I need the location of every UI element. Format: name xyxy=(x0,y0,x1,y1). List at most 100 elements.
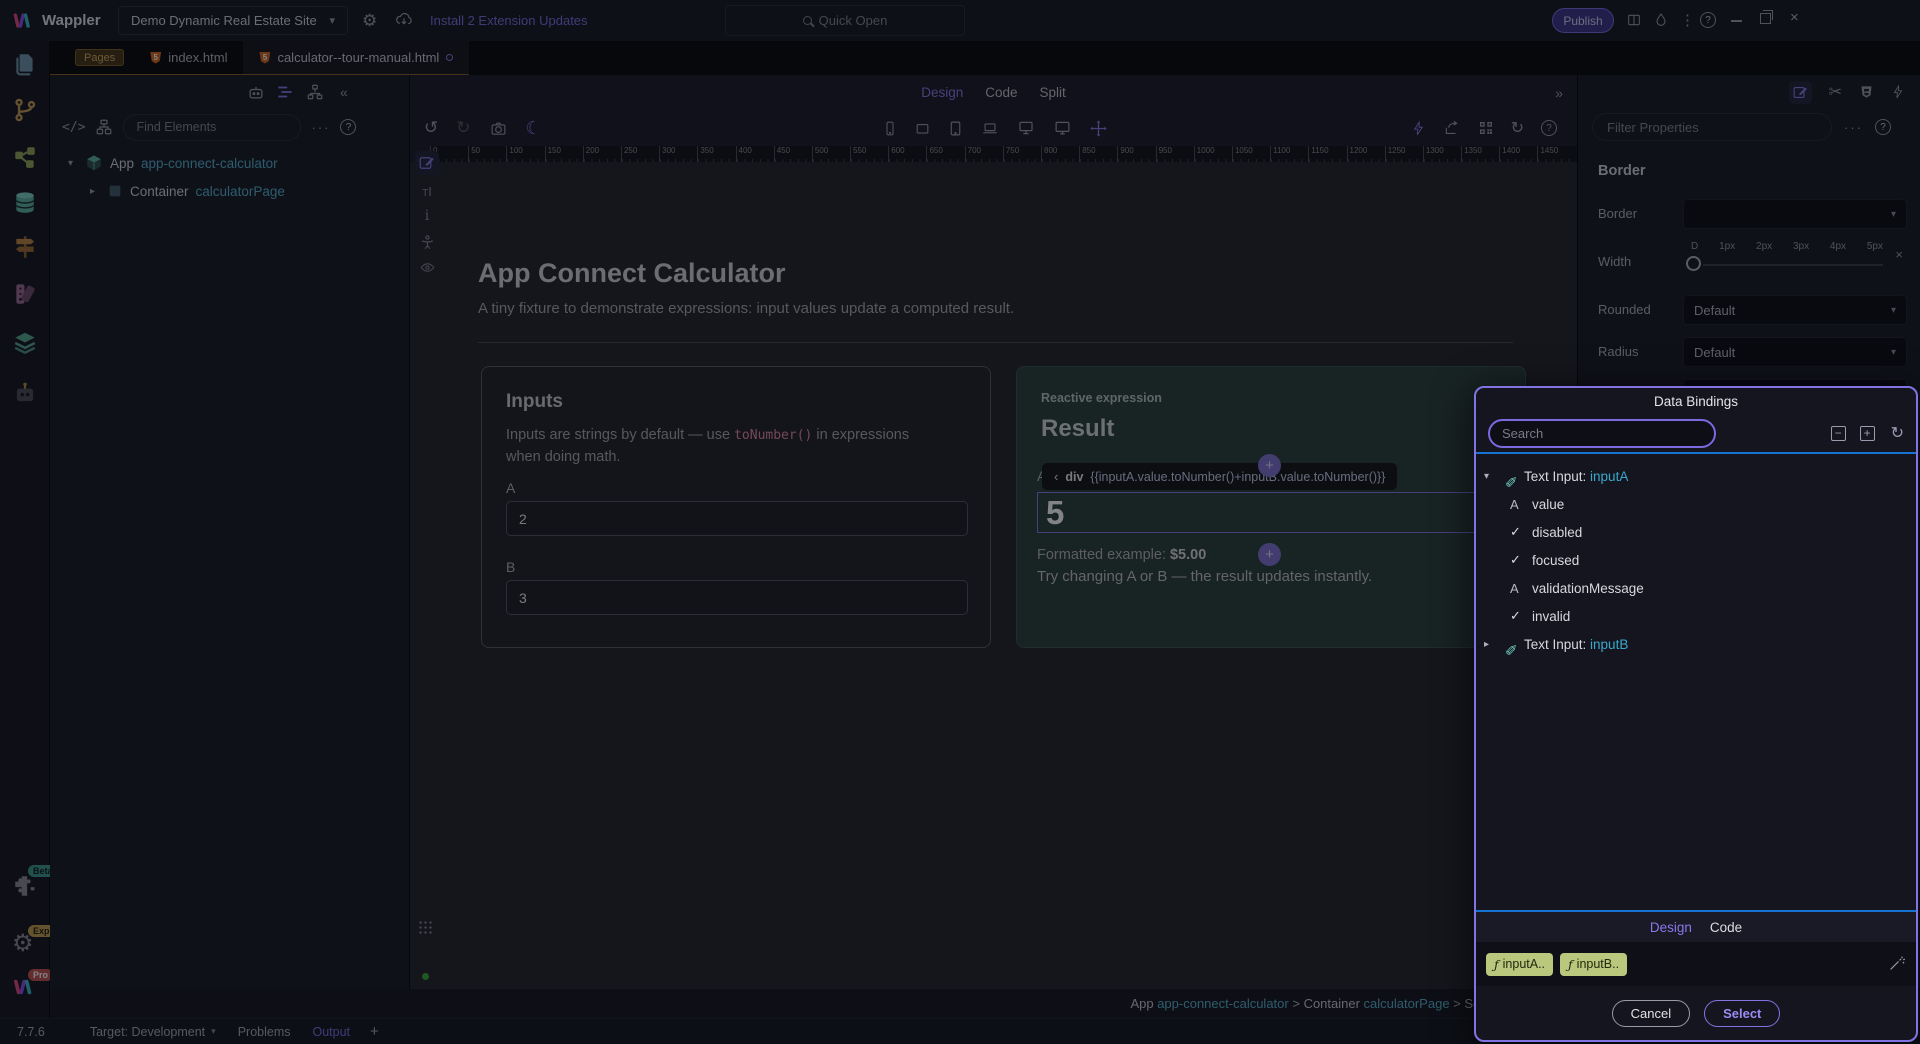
publish-button[interactable]: Publish xyxy=(1552,8,1614,33)
add-panel-icon[interactable]: + xyxy=(370,1023,379,1040)
chevron-right-icon[interactable]: ▸ xyxy=(1484,639,1500,650)
input-b[interactable] xyxy=(506,580,968,615)
theme-drop-icon[interactable] xyxy=(1653,11,1669,29)
binding-property[interactable]: AvalidationMessage xyxy=(1476,574,1916,602)
binding-property[interactable]: Avalue xyxy=(1476,490,1916,518)
view-tab-split[interactable]: Split xyxy=(1040,85,1066,100)
tree-help-icon[interactable]: ? xyxy=(340,119,356,135)
settings-gear-icon[interactable]: ⚙ xyxy=(362,11,377,31)
problems-button[interactable]: Problems xyxy=(238,1025,291,1039)
device-desktop-icon[interactable] xyxy=(1016,119,1036,137)
rounded-select[interactable]: Default▾ xyxy=(1683,295,1907,325)
expression-chip[interactable]: ƒinputB.. xyxy=(1560,953,1627,976)
structure-blocks-icon[interactable] xyxy=(95,118,113,136)
quick-open-button[interactable]: Quick Open xyxy=(725,5,965,36)
add-element-button[interactable]: + xyxy=(1258,543,1281,566)
app-connect-bolt-icon[interactable] xyxy=(1411,120,1426,137)
properties-edit-icon[interactable] xyxy=(1789,81,1812,104)
grid-settings-icon[interactable] xyxy=(418,920,433,935)
assistant-robot-icon[interactable] xyxy=(246,82,266,102)
pages-panel-icon[interactable] xyxy=(12,51,38,77)
expression-chip[interactable]: ƒinputA.. xyxy=(1486,953,1553,976)
outline-view-icon[interactable] xyxy=(276,83,294,101)
binding-property[interactable]: ✓focused xyxy=(1476,546,1916,574)
window-restore-button[interactable] xyxy=(1760,13,1771,24)
tree-item-app[interactable]: ▾ App app-connect-calculator xyxy=(68,151,278,175)
flow-view-icon[interactable] xyxy=(306,83,324,101)
device-phone-icon[interactable] xyxy=(882,119,898,138)
typography-icon[interactable]: TI xyxy=(422,184,432,199)
info-icon[interactable]: i xyxy=(425,208,429,224)
radius-select[interactable]: Default▾ xyxy=(1683,337,1907,367)
screenshot-camera-icon[interactable] xyxy=(489,120,508,137)
design-canvas[interactable]: App Connect Calculator A tiny fixture to… xyxy=(410,162,1577,988)
chevron-down-icon[interactable]: ▾ xyxy=(1484,471,1500,482)
chevron-right-icon[interactable]: ▸ xyxy=(90,186,100,197)
chevron-down-icon[interactable]: ▾ xyxy=(68,158,78,169)
accessibility-person-icon[interactable] xyxy=(419,233,436,251)
cancel-button[interactable]: Cancel xyxy=(1612,1000,1690,1027)
project-selector[interactable]: Demo Dynamic Real Estate Site ▾ xyxy=(118,6,348,35)
collapse-all-icon[interactable]: − xyxy=(1831,426,1846,441)
bindings-search-input[interactable] xyxy=(1488,419,1716,448)
chevron-left-icon[interactable]: ‹ xyxy=(1054,469,1058,484)
window-minimize-button[interactable] xyxy=(1731,12,1745,22)
code-view-icon[interactable]: </> xyxy=(62,120,85,135)
add-element-button[interactable]: + xyxy=(1258,454,1281,477)
border-select[interactable]: ▾ xyxy=(1683,199,1907,229)
tree-item-container[interactable]: ▸ Container calculatorPage xyxy=(90,179,285,203)
select-button[interactable]: Select xyxy=(1704,1000,1780,1027)
assistant-panel-icon[interactable] xyxy=(12,380,38,406)
experimental-gear-icon[interactable]: ⚙ Exp xyxy=(12,929,38,955)
tab-design[interactable]: Design xyxy=(1650,920,1692,935)
collapse-panel-icon[interactable]: « xyxy=(340,84,348,100)
properties-help-icon[interactable]: ? xyxy=(1875,119,1891,135)
layout-columns-icon[interactable] xyxy=(1625,12,1643,28)
find-elements-input[interactable] xyxy=(123,114,301,141)
undo-icon[interactable]: ↺ xyxy=(424,118,438,138)
pro-features-icon[interactable]: Pro xyxy=(12,977,38,1003)
width-slider-track[interactable] xyxy=(1703,264,1883,266)
expand-all-icon[interactable]: + xyxy=(1860,426,1875,441)
width-slider-thumb[interactable] xyxy=(1686,256,1701,271)
magic-wand-icon[interactable] xyxy=(1888,954,1906,972)
scissors-icon[interactable]: ✂ xyxy=(1829,82,1842,102)
qr-code-icon[interactable] xyxy=(1478,120,1494,136)
open-browser-icon[interactable] xyxy=(1443,120,1461,137)
device-square-icon[interactable] xyxy=(914,120,931,137)
redo-icon[interactable]: ↻ xyxy=(456,118,470,138)
binding-property[interactable]: ✓invalid xyxy=(1476,602,1916,630)
selected-result-element[interactable]: 5 xyxy=(1037,492,1477,533)
filter-properties-input[interactable] xyxy=(1592,113,1832,141)
input-a[interactable] xyxy=(506,501,968,536)
visibility-eye-icon[interactable] xyxy=(418,260,437,275)
window-close-button[interactable]: × xyxy=(1790,9,1799,26)
expand-panel-icon[interactable]: » xyxy=(1555,85,1563,101)
help-icon[interactable]: ? xyxy=(1700,12,1716,28)
workflows-panel-icon[interactable] xyxy=(12,144,38,170)
layers-panel-icon[interactable] xyxy=(12,330,38,356)
bindings-tree-item[interactable]: ▾✎Text Input: inputA xyxy=(1476,462,1916,490)
expression-area[interactable]: ƒinputA.. ƒinputB.. xyxy=(1476,942,1916,986)
styles-panel-icon[interactable] xyxy=(12,281,38,307)
refresh-icon[interactable]: ↻ xyxy=(1511,118,1524,138)
clear-width-icon[interactable]: × xyxy=(1895,247,1903,262)
element-selector-pill[interactable]: ‹ div {{inputA.value.toNumber()+inputB.v… xyxy=(1042,463,1397,490)
refresh-bindings-icon[interactable]: ↻ xyxy=(1891,423,1904,443)
binding-property[interactable]: ✓disabled xyxy=(1476,518,1916,546)
target-selector[interactable]: Target: Development▾ xyxy=(90,1025,216,1039)
view-tab-design[interactable]: Design xyxy=(921,85,963,100)
freehand-move-icon[interactable] xyxy=(1089,119,1108,138)
install-updates-link[interactable]: Install 2 Extension Updates xyxy=(430,13,588,28)
routing-panel-icon[interactable] xyxy=(12,234,38,260)
properties-bolt-icon[interactable] xyxy=(1891,84,1905,100)
device-laptop-icon[interactable] xyxy=(980,120,1000,137)
tree-options-icon[interactable]: ··· xyxy=(311,120,330,135)
bindings-tree-item[interactable]: ▸✎Text Input: inputB xyxy=(1476,630,1916,658)
database-panel-icon[interactable] xyxy=(12,190,38,216)
css-shield-icon[interactable] xyxy=(1859,84,1874,100)
pages-badge[interactable]: Pages xyxy=(75,49,124,66)
beta-extensions-icon[interactable]: Beta xyxy=(12,873,38,899)
tab-code[interactable]: Code xyxy=(1710,920,1742,935)
extensions-cloud-icon[interactable] xyxy=(394,10,414,30)
